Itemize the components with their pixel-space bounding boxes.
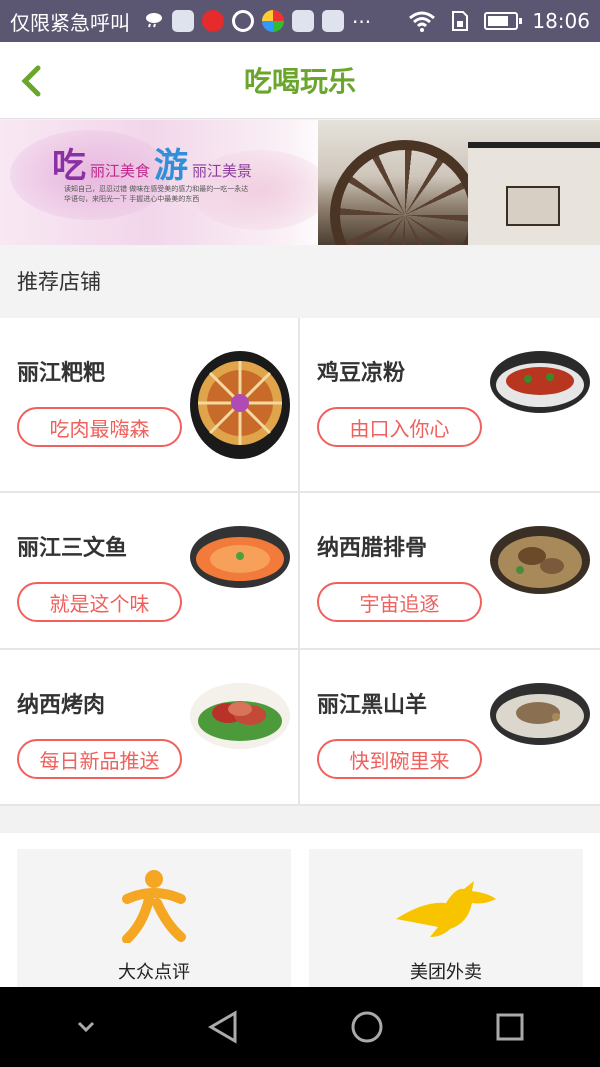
dianping-icon [122, 870, 186, 943]
shop-name: 丽江三文鱼 [17, 536, 128, 561]
battery-fill [488, 16, 508, 26]
shop-tag[interactable]: 由口入你心 [317, 407, 482, 447]
dish-image [190, 526, 290, 588]
dish-image [190, 351, 290, 459]
promo-banner[interactable]: 吃 丽江美食 游 丽江美景 读知自己，忍忍过错 做味在感受美的感力和最的一吃一永… [0, 120, 600, 245]
ring-icon [232, 10, 254, 32]
clock: 18:06 [532, 9, 590, 33]
shop-name: 纳西腊排骨 [317, 536, 428, 561]
color-app-icon [262, 10, 284, 32]
carrier-text: 仅限紧急呼叫 [10, 10, 130, 35]
shop-tag[interactable]: 吃肉最嗨森 [17, 407, 182, 447]
notification-icons: ··· [144, 10, 372, 34]
banner-small1: 丽江美食 [90, 162, 151, 180]
shop-grid: 丽江粑粑 吃肉最嗨森 鸡豆凉粉 由口入你心 丽江三文鱼 就是这个味 纳西腊排骨 … [0, 318, 600, 806]
back-triangle-icon[interactable] [207, 1010, 239, 1044]
app-icon [172, 10, 194, 32]
partner-label: 大众点评 [118, 962, 190, 983]
sim-icon [452, 11, 469, 31]
store-icon [292, 10, 314, 32]
shop-card[interactable]: 丽江黑山羊 快到碗里来 [300, 650, 600, 804]
system-nav-bar [0, 987, 600, 1067]
weather-icon [146, 13, 162, 28]
dish-image [190, 683, 290, 749]
eye-icon [202, 10, 224, 32]
shop-card[interactable]: 鸡豆凉粉 由口入你心 [300, 318, 600, 491]
recents-square-icon[interactable] [495, 1012, 525, 1042]
banner-big1: 吃 [52, 146, 86, 186]
shop-name: 丽江黑山羊 [317, 693, 428, 718]
chevron-down-icon[interactable] [76, 1020, 96, 1034]
battery-icon [484, 12, 523, 30]
shop-name: 丽江粑粑 [17, 361, 106, 386]
more-icon: ··· [352, 10, 372, 34]
shop-name: 纳西烤肉 [17, 693, 106, 718]
dish-image [490, 351, 590, 413]
gate-sign [506, 186, 560, 226]
partner-section: 大众点评 美团外卖 [0, 833, 600, 988]
shop-tag[interactable]: 就是这个味 [17, 582, 182, 622]
gate-image [468, 142, 600, 245]
banner-small2: 丽江美景 [192, 162, 253, 180]
section-title: 推荐店铺 [0, 245, 600, 317]
dish-image [490, 683, 590, 745]
status-bar: 仅限紧急呼叫 ··· 18:06 [0, 0, 600, 42]
shop-name: 鸡豆凉粉 [317, 361, 406, 386]
back-arrow-icon[interactable] [18, 64, 46, 98]
partner-label: 美团外卖 [410, 962, 482, 983]
kangaroo-icon [396, 881, 496, 937]
partner-dianping[interactable]: 大众点评 [17, 849, 291, 988]
nav-bar: 吃喝玩乐 [0, 42, 600, 119]
wifi-icon [409, 11, 436, 32]
shop-card[interactable]: 纳西腊排骨 宇宙追逐 [300, 493, 600, 648]
dish-image [490, 526, 590, 594]
shop-tag[interactable]: 宇宙追逐 [317, 582, 482, 622]
shop-card[interactable]: 丽江三文鱼 就是这个味 [0, 493, 298, 648]
shop-tag[interactable]: 快到碗里来 [317, 739, 482, 779]
shop-card[interactable]: 纳西烤肉 每日新品推送 [0, 650, 298, 804]
partner-meituan[interactable]: 美团外卖 [309, 849, 583, 988]
banner-caption: 读知自己，忍忍过错 做味在感受美的感力和最的一吃一永达华语句，来阳光一下 手握进… [64, 185, 249, 203]
banner-headline: 吃 丽江美食 游 丽江美景 [52, 138, 252, 187]
banner-big2: 游 [154, 146, 189, 186]
page-title: 吃喝玩乐 [243, 65, 356, 98]
shop-tag[interactable]: 每日新品推送 [17, 739, 182, 779]
shop-card[interactable]: 丽江粑粑 吃肉最嗨森 [0, 318, 298, 491]
store-icon [322, 10, 344, 32]
home-circle-icon[interactable] [350, 1010, 384, 1044]
